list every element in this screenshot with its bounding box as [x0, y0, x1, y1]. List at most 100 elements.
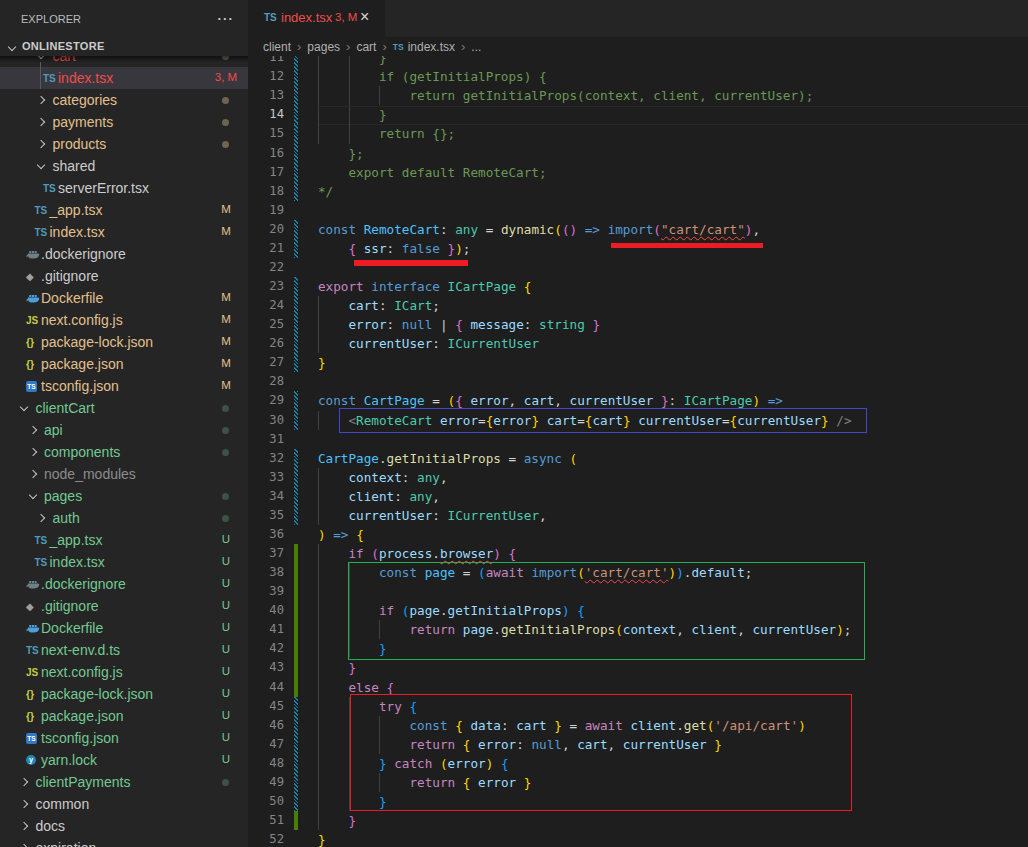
- tree-folder-components[interactable]: components: [0, 441, 248, 463]
- git-gutter-modified: [294, 124, 298, 143]
- tree-folder-categories[interactable]: categories: [0, 89, 248, 111]
- tree-folder-pages[interactable]: pages: [0, 485, 248, 507]
- breadcrumb[interactable]: client›pages›cart›TSindex.tsx›...: [248, 37, 1028, 56]
- code-line-16: 16 };: [248, 144, 1028, 163]
- project-section-header[interactable]: ONLINESTORE: [0, 37, 248, 56]
- tree-folder-clientCart[interactable]: clientCart: [0, 397, 248, 419]
- code-text: export default RemoteCart;: [318, 163, 547, 182]
- tree-file-tsconfig-json[interactable]: TStsconfig.jsonU: [0, 727, 248, 749]
- tree-folder-shared[interactable]: shared: [0, 155, 248, 177]
- tree-file-index-tsx[interactable]: TSindex.tsxU: [0, 551, 248, 573]
- docker-whale-icon: [26, 579, 40, 590]
- docker-whale-icon: [26, 623, 40, 634]
- tree-folder-payments[interactable]: payments: [0, 111, 248, 133]
- chevron-down-icon: [28, 490, 36, 498]
- tree-file--app-tsx[interactable]: TS_app.tsxU: [0, 529, 248, 551]
- breadcrumb-item[interactable]: cart: [356, 40, 376, 54]
- tree-item-label: .gitignore: [41, 598, 99, 614]
- code-text: ) => {: [318, 525, 364, 544]
- git-status-badge: U: [222, 753, 230, 765]
- tree-folder-auth[interactable]: auth: [0, 507, 248, 529]
- tree-item-label: .dockerignore: [41, 576, 126, 592]
- annotation-red-box-try-catch: [350, 694, 852, 811]
- line-number: 30: [248, 411, 284, 430]
- chevron-right-icon: [20, 799, 28, 807]
- tree-file-index-tsx[interactable]: TSindex.tsxM: [0, 221, 248, 243]
- chevron-right-icon: [37, 117, 45, 125]
- chevron-right-icon: [28, 447, 36, 455]
- tree-file--gitignore[interactable]: ◆.gitignoreU: [0, 595, 248, 617]
- tree-folder-api[interactable]: api: [0, 419, 248, 441]
- tab-index-tsx[interactable]: TS index.tsx 3, M ×: [248, 0, 385, 37]
- tree-folder-common[interactable]: common: [0, 793, 248, 815]
- git-status-dot: [222, 119, 229, 126]
- tree-file--app-tsx[interactable]: TS_app.tsxM: [0, 199, 248, 221]
- breadcrumb-item[interactable]: client: [263, 40, 291, 54]
- tree-file-next-config-js[interactable]: JSnext.config.jsU: [0, 661, 248, 683]
- code-text: return getInitialProps(context, client, …: [318, 86, 813, 105]
- line-number: 28: [248, 372, 284, 391]
- code-text: error: null | { message: string }: [318, 315, 600, 334]
- tree-file-package-lock-json[interactable]: {}package-lock.jsonU: [0, 683, 248, 705]
- tree-file-yarn-lock[interactable]: yyarn.lockU: [0, 749, 248, 771]
- tree-item-label: package-lock.json: [41, 334, 153, 350]
- code-text: currentUser: ICurrentUser: [318, 334, 539, 353]
- line-number: 22: [248, 258, 284, 277]
- git-gutter-added: [294, 601, 298, 620]
- line-number: 46: [248, 716, 284, 735]
- code-line-35: 35 currentUser: ICurrentUser,: [248, 506, 1028, 525]
- chevron-right-icon: ›: [346, 39, 350, 54]
- line-number: 13: [248, 86, 284, 105]
- tree-file-serverError-tsx[interactable]: TSserverError.tsx: [0, 177, 248, 199]
- breadcrumb-more[interactable]: ...: [471, 40, 481, 54]
- tree-folder-docs[interactable]: docs: [0, 815, 248, 837]
- line-number: 38: [248, 563, 284, 582]
- breadcrumb-item[interactable]: index.tsx: [408, 40, 455, 54]
- line-number: 52: [248, 830, 284, 847]
- tree-file-package-lock-json[interactable]: {}package-lock.jsonM: [0, 331, 248, 353]
- line-number: 23: [248, 277, 284, 296]
- tree-folder-products[interactable]: products: [0, 133, 248, 155]
- line-number: 29: [248, 391, 284, 410]
- chevron-right-icon: [28, 469, 36, 477]
- tree-file--dockerignore[interactable]: .dockerignoreU: [0, 573, 248, 595]
- close-icon[interactable]: ×: [360, 8, 369, 26]
- tree-file-package-json[interactable]: {}package.jsonU: [0, 705, 248, 727]
- code-line-23: 23export interface ICartPage {: [248, 277, 1028, 296]
- chevron-right-icon: ›: [461, 39, 465, 54]
- line-number: 27: [248, 353, 284, 372]
- tree-file-next-config-js[interactable]: JSnext.config.jsM: [0, 309, 248, 331]
- typescript-icon: TS: [35, 227, 48, 238]
- tree-file-index-tsx[interactable]: TSindex.tsx3, M: [0, 67, 248, 89]
- code-line-37: 37 if (process.browser) {: [248, 544, 1028, 563]
- tree-file-package-json[interactable]: {}package.jsonM: [0, 353, 248, 375]
- breadcrumb-item[interactable]: pages: [307, 40, 340, 54]
- chevron-right-icon: [37, 513, 45, 521]
- tree-file-Dockerfile[interactable]: DockerfileM: [0, 287, 248, 309]
- git-gutter-modified: [294, 716, 298, 735]
- tree-file--dockerignore[interactable]: .dockerignore: [0, 243, 248, 265]
- tree-folder-expiration[interactable]: expiration: [0, 837, 248, 847]
- tree-folder-node-modules[interactable]: node_modules: [0, 463, 248, 485]
- annotation-green-box-browser-branch: [348, 562, 865, 660]
- git-gutter-modified: [294, 163, 298, 182]
- typescript-icon: TS: [43, 183, 56, 194]
- tree-indent-guide: [40, 62, 41, 89]
- code-line-34: 34 client: any,: [248, 487, 1028, 506]
- tree-item-label: api: [44, 422, 63, 438]
- typescript-icon: TS: [35, 205, 48, 216]
- tree-folder-clientPayments[interactable]: clientPayments: [0, 771, 248, 793]
- more-actions-icon[interactable]: ···: [217, 11, 234, 26]
- tree-file--gitignore[interactable]: ◆.gitignore: [0, 265, 248, 287]
- code-text: }: [318, 353, 326, 372]
- git-gutter-modified: [294, 468, 298, 487]
- git-gutter-modified: [294, 105, 298, 124]
- code-text: cart: ICart;: [318, 296, 440, 315]
- tree-file-Dockerfile[interactable]: DockerfileU: [0, 617, 248, 639]
- tree-file-next-env-d-ts[interactable]: TSnext-env.d.tsU: [0, 639, 248, 661]
- tree-file-tsconfig-json[interactable]: TStsconfig.jsonM: [0, 375, 248, 397]
- chevron-down-icon: [20, 402, 28, 410]
- code-line-15: 15 return {};: [248, 124, 1028, 143]
- code-line-19: 19: [248, 201, 1028, 220]
- typescript-icon: TS: [35, 535, 48, 546]
